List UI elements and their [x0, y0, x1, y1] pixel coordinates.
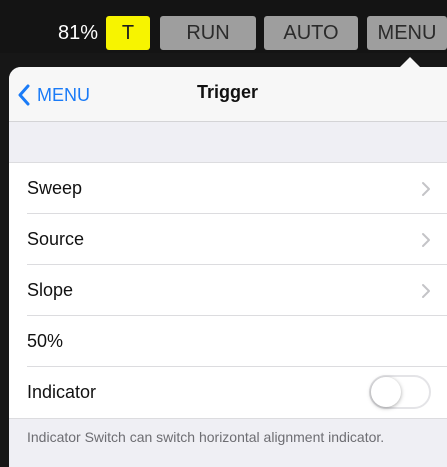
chevron-right-icon: [422, 233, 430, 247]
run-button[interactable]: RUN: [160, 16, 256, 50]
list-item-slope[interactable]: Slope: [9, 265, 447, 316]
list-item-source[interactable]: Source: [9, 214, 447, 265]
zoom-readout: 81%: [58, 22, 99, 44]
page-title: Trigger: [196, 82, 258, 102]
row-label: Source: [27, 229, 85, 249]
list-item-indicator: Indicator: [9, 367, 447, 418]
list-item-50-percent[interactable]: 50%: [9, 316, 447, 367]
auto-button[interactable]: AUTO: [264, 16, 358, 50]
menu-button[interactable]: MENU: [367, 16, 447, 50]
trigger-popover: MENU Trigger Sweep Source Slope 50% Indi: [9, 67, 447, 467]
trigger-settings-list: Sweep Source Slope 50% Indicator: [9, 162, 447, 419]
chevron-right-icon: [422, 182, 430, 196]
row-label: Slope: [27, 280, 74, 300]
row-label: 50%: [27, 331, 64, 351]
top-toolbar: 81% T RUN AUTO MENU: [0, 0, 447, 53]
list-item-sweep[interactable]: Sweep: [9, 163, 447, 214]
trigger-button[interactable]: T: [106, 16, 150, 50]
indicator-toggle[interactable]: [369, 375, 431, 409]
indicator-footer-note: Indicator Switch can switch horizontal a…: [27, 429, 385, 445]
row-label: Sweep: [27, 178, 83, 198]
popover-navbar: MENU Trigger: [9, 67, 447, 122]
chevron-right-icon: [422, 284, 430, 298]
row-label: Indicator: [27, 382, 97, 402]
toggle-knob: [371, 377, 401, 407]
